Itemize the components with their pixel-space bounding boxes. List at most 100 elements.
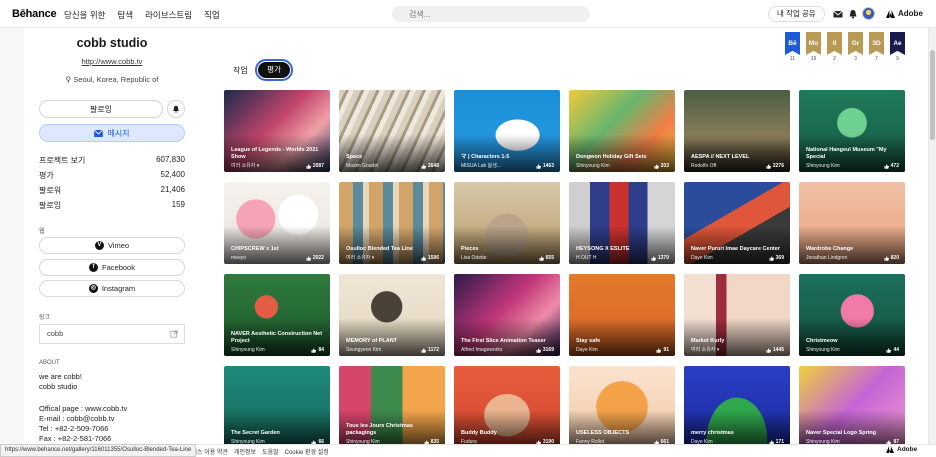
project-card[interactable]: USELESS OBJECTS Fanny Rollot 661 <box>569 366 675 448</box>
project-title[interactable]: The First Slice Animation Teaser <box>461 338 557 345</box>
project-card[interactable]: HEYSONG X ESLITE H OUT H 1370 <box>569 182 675 264</box>
profile-link-box[interactable]: cobb <box>39 324 185 344</box>
project-owner[interactable]: 여러 소유자 ▾ <box>231 162 259 169</box>
project-card[interactable]: Buddy Buddy Fudura 3190 <box>454 366 560 448</box>
project-card[interactable]: Pieces Lisa Odette 655 <box>454 182 560 264</box>
share-work-button[interactable]: 내 작업 공유 <box>768 6 825 22</box>
nav-for-you[interactable]: 당신을 위한 <box>64 9 105 21</box>
project-title[interactable]: Christmeow <box>806 338 902 345</box>
vimeo-button[interactable]: V Vimeo <box>39 237 185 254</box>
project-title[interactable]: Wardrobe Change <box>806 246 902 253</box>
project-owner[interactable]: MISUA Lab 봄생... <box>461 162 501 169</box>
footer-link-help[interactable]: 도움말 <box>262 447 279 456</box>
project-card[interactable]: CHIPSCREW x 1st meeyo 2022 <box>224 182 330 264</box>
project-card[interactable]: Stay safe Daye Kim 91 <box>569 274 675 356</box>
notification-bell-button[interactable] <box>167 100 185 118</box>
project-card[interactable]: The First Slice Animation Teaser Alfred I… <box>454 274 560 356</box>
project-title[interactable]: merry christmas <box>691 430 787 437</box>
project-owner[interactable]: Rodolfo Off <box>691 163 716 169</box>
scrollbar-thumb[interactable] <box>930 50 935 140</box>
project-card[interactable]: League of Legends - Worlds 2021 Show 여러 소… <box>224 90 330 172</box>
facebook-button[interactable]: f Facebook <box>39 259 185 276</box>
project-owner[interactable]: H OUT H <box>576 255 596 261</box>
page-scrollbar[interactable] <box>928 28 936 448</box>
stat-followers[interactable]: 팔로워 21,406 <box>39 185 185 200</box>
nav-jobs[interactable]: 직업 <box>204 9 220 21</box>
project-owner[interactable]: 여러 소유자 ▾ <box>691 346 719 353</box>
message-button[interactable]: 메시지 <box>39 124 185 142</box>
project-title[interactable]: Stay safe <box>576 338 672 345</box>
behance-logo[interactable]: Bēhance <box>12 8 57 20</box>
footer-adobe-link[interactable]: Adobe <box>886 446 917 453</box>
project-owner[interactable]: Jonathan Lindgren <box>806 255 847 261</box>
project-title[interactable]: Naver Special Logo Spring <box>806 430 902 437</box>
project-card[interactable]: マ | Characters 1-5 MISUA Lab 봄생... 1463 <box>454 90 560 172</box>
badge-item[interactable]: Gr 3 <box>848 32 863 62</box>
project-card[interactable]: Space Maxim Goudin 2648 <box>339 90 445 172</box>
user-avatar[interactable] <box>862 7 875 20</box>
project-card[interactable]: NAVER Aesthetic Construction Net Project… <box>224 274 330 356</box>
project-title[interactable]: NAVER Aesthetic Construction Net Project <box>231 331 327 344</box>
nav-explore[interactable]: 탐색 <box>117 9 133 21</box>
badge-item[interactable]: 3D 7 <box>869 32 884 62</box>
project-owner[interactable]: 여러 소유자 ▾ <box>346 254 374 261</box>
profile-website-link[interactable]: http://www.cobb.tv <box>24 57 200 66</box>
stat-following[interactable]: 팔로잉 159 <box>39 200 185 215</box>
project-title[interactable]: Pieces <box>461 246 557 253</box>
project-card[interactable]: The Secret Garden Shinyoung Kim 66 <box>224 366 330 448</box>
project-owner[interactable]: Shinyoung Kim <box>231 347 265 353</box>
tab-appreciated[interactable]: 평가 <box>255 59 293 81</box>
nav-livestream[interactable]: 라이브스트림 <box>145 9 192 21</box>
project-owner[interactable]: Daye Kim <box>576 347 598 353</box>
project-title[interactable]: National Hangeul Museum "My Special <box>806 147 902 160</box>
bell-icon[interactable] <box>848 9 858 19</box>
footer-link-privacy[interactable]: 개인정보 <box>234 447 256 456</box>
following-button[interactable]: 팔로잉 <box>39 100 163 118</box>
footer-link-cookies[interactable]: Cookie 환경 설정 <box>285 447 329 456</box>
project-title[interactable]: Osulloc Blended Tea Line <box>346 246 442 253</box>
project-owner[interactable]: Maxim Goudin <box>346 163 378 169</box>
search-input[interactable] <box>392 6 590 22</box>
project-owner[interactable]: Shinyoung Kim <box>806 347 840 353</box>
project-title[interactable]: Market Kurly <box>691 338 787 345</box>
instagram-button[interactable]: ◎ Instagram <box>39 280 185 297</box>
project-card[interactable]: Osulloc Blended Tea Line 여러 소유자 ▾ 1596 <box>339 182 445 264</box>
project-title[interactable]: MEMORY of PLANT <box>346 338 442 345</box>
project-title[interactable]: League of Legends - Worlds 2021 Show <box>231 147 327 160</box>
project-title[interactable]: Tous les Jours Christmas packagings <box>346 423 442 436</box>
project-card[interactable]: AESPA // NEXT LEVEL Rodolfo Off 2276 <box>684 90 790 172</box>
project-card[interactable]: merry christmas Daye Kim 171 <box>684 366 790 448</box>
project-title[interactable]: Buddy Buddy <box>461 430 557 437</box>
project-card[interactable]: Christmeow Shinyoung Kim 44 <box>799 274 905 356</box>
project-title[interactable]: CHIPSCREW x 1st <box>231 246 327 253</box>
project-title[interactable]: Dongwon Holiday Gift Sets <box>576 154 672 161</box>
project-card[interactable]: Wardrobe Change Jonathan Lindgren 820 <box>799 182 905 264</box>
project-title[interactable]: マ | Characters 1-5 <box>461 154 557 161</box>
project-owner[interactable]: Seungyeon Kim <box>346 347 381 353</box>
project-card[interactable]: Naver Special Logo Spring Shinyoung Kim 87 <box>799 366 905 448</box>
project-title[interactable]: The Secret Garden <box>231 430 327 437</box>
project-card[interactable]: National Hangeul Museum "My Special Shiny… <box>799 90 905 172</box>
project-card[interactable]: Tous les Jours Christmas packagings Shiny… <box>339 366 445 448</box>
project-owner[interactable]: Shinyoung Kim <box>576 163 610 169</box>
project-card[interactable]: Dongwon Holiday Gift Sets Shinyoung Kim 20… <box>569 90 675 172</box>
project-title[interactable]: Naver Pururi Imae Daycare Center <box>691 246 787 253</box>
project-title[interactable]: USELESS OBJECTS <box>576 430 672 437</box>
tab-work[interactable]: 작업 <box>233 65 248 76</box>
project-owner[interactable]: Shinyoung Kim <box>806 163 840 169</box>
project-card[interactable]: Market Kurly 여러 소유자 ▾ 1445 <box>684 274 790 356</box>
mail-icon[interactable] <box>833 9 843 19</box>
project-title[interactable]: Space <box>346 154 442 161</box>
project-card[interactable]: MEMORY of PLANT Seungyeon Kim 1172 <box>339 274 445 356</box>
badge-item[interactable]: Mo 19 <box>806 32 821 62</box>
adobe-link[interactable]: Adobe <box>886 9 923 18</box>
badge-item[interactable]: Bē 11 <box>785 32 800 62</box>
project-owner[interactable]: Alfred Imageworks <box>461 347 502 353</box>
project-card[interactable]: Naver Pururi Imae Daycare Center Daye Kim… <box>684 182 790 264</box>
project-owner[interactable]: Daye Kim <box>691 255 713 261</box>
badge-item[interactable]: Ae 9 <box>890 32 905 62</box>
project-owner[interactable]: Lisa Odette <box>461 255 487 261</box>
project-title[interactable]: HEYSONG X ESLITE <box>576 246 672 253</box>
badge-item[interactable]: Il 2 <box>827 32 842 62</box>
project-title[interactable]: AESPA // NEXT LEVEL <box>691 154 787 161</box>
